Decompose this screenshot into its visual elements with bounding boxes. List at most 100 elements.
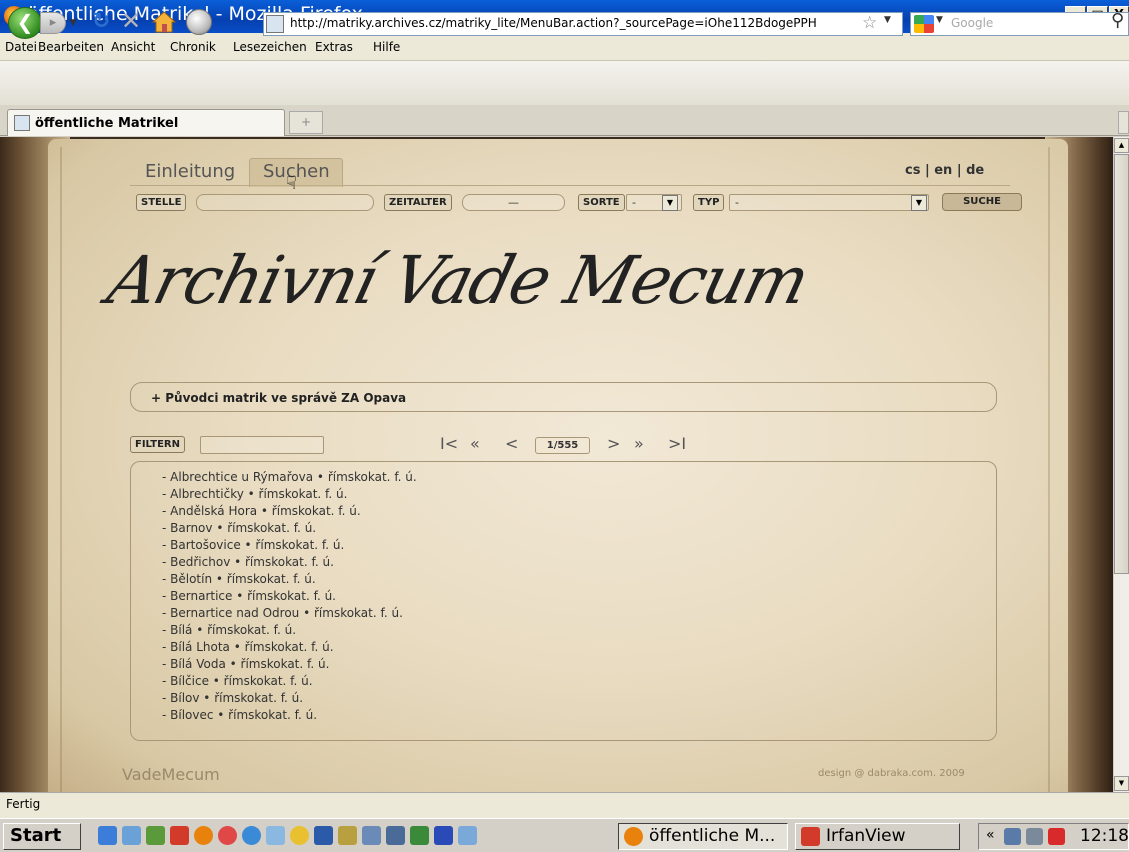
typ-label: TYP: [693, 194, 725, 211]
list-item[interactable]: - Bernartice • římskokat. f. ú.: [162, 589, 336, 603]
stelle-input[interactable]: [196, 194, 374, 211]
tray-app-icon[interactable]: [1026, 828, 1043, 845]
nav-einleitung[interactable]: Einleitung: [145, 161, 235, 182]
menu-bearbeiten[interactable]: Bearbeiten: [38, 40, 104, 54]
reload-icon[interactable]: ↻: [92, 11, 110, 33]
list-item[interactable]: - Bílá Lhota • římskokat. f. ú.: [162, 640, 334, 654]
footer-brand: VadeMecum: [122, 765, 220, 784]
list-item[interactable]: - Bílčice • římskokat. f. ú.: [162, 674, 313, 688]
menu-extras[interactable]: Extras: [315, 40, 353, 54]
filtern-label: FILTERN: [130, 436, 185, 453]
menu-lesezeichen[interactable]: Lesezeichen: [233, 40, 307, 54]
stop-icon[interactable]: ✕: [121, 9, 141, 33]
list-item[interactable]: - Bílá • římskokat. f. ú.: [162, 623, 296, 637]
task-irfanview-icon: [801, 827, 820, 846]
start-label[interactable]: Start: [10, 825, 61, 846]
task-firefox-icon: [624, 827, 643, 846]
language-links[interactable]: cs | en | de: [905, 163, 984, 178]
stelle-label: STELLE: [136, 194, 187, 211]
suche-button[interactable]: SUCHE: [942, 193, 1022, 211]
bookmark-star-icon[interactable]: ☆: [862, 12, 877, 34]
list-item[interactable]: - Bělotín • římskokat. f. ú.: [162, 572, 316, 586]
navigation-toolbar: [0, 61, 1129, 105]
back-button[interactable]: ❮: [8, 7, 42, 39]
new-tab-button[interactable]: +: [289, 111, 323, 134]
quicklaunch-media-icon[interactable]: [242, 826, 261, 845]
pager-first-button[interactable]: I<: [440, 435, 458, 453]
toolbar-circle-icon[interactable]: [186, 9, 212, 35]
start-button[interactable]: Start: [3, 823, 81, 850]
tray-expand-button[interactable]: «: [986, 827, 995, 843]
typ-select[interactable]: -: [729, 194, 929, 211]
menu-ansicht[interactable]: Ansicht: [111, 40, 155, 54]
quicklaunch-firefox-icon[interactable]: [194, 826, 213, 845]
list-item[interactable]: - Barnov • římskokat. f. ú.: [162, 521, 316, 535]
menu-datei[interactable]: Datei: [5, 40, 37, 54]
zeitalter-input[interactable]: —: [462, 194, 565, 211]
sorte-dropdown-icon[interactable]: ▼: [662, 195, 678, 211]
quicklaunch-app6-icon[interactable]: [386, 826, 405, 845]
quicklaunch-opera-icon[interactable]: [218, 826, 237, 845]
list-item[interactable]: - Bartošovice • římskokat. f. ú.: [162, 538, 344, 552]
search-placeholder[interactable]: Google: [951, 16, 993, 30]
tab-scroll-button[interactable]: [1118, 111, 1129, 134]
list-item[interactable]: - Albrechtice u Rýmařova • římskokat. f.…: [162, 470, 417, 484]
task-firefox-label[interactable]: öffentliche M...: [649, 826, 775, 846]
scroll-thumb[interactable]: [1114, 154, 1129, 574]
quicklaunch-app4-icon[interactable]: [338, 826, 357, 845]
quicklaunch-ie-icon[interactable]: [98, 826, 117, 845]
list-item[interactable]: - Bedřichov • římskokat. f. ú.: [162, 555, 334, 569]
menu-hilfe[interactable]: Hilfe: [373, 40, 400, 54]
quicklaunch-save-icon[interactable]: [434, 826, 453, 845]
task-firefox[interactable]: öffentliche M...: [618, 823, 788, 850]
list-item[interactable]: - Bílovec • římskokat. f. ú.: [162, 708, 317, 722]
fonds-panel-title[interactable]: + Původci matrik ve správě ZA Opava: [151, 391, 406, 405]
quicklaunch-app-icon[interactable]: [146, 826, 165, 845]
list-item[interactable]: - Bílov • římskokat. f. ú.: [162, 691, 303, 705]
search-icon[interactable]: ⚲: [1111, 10, 1124, 31]
quicklaunch-excel-icon[interactable]: [410, 826, 429, 845]
task-irfanview-label[interactable]: IrfanView: [826, 826, 906, 846]
history-dropdown-icon[interactable]: ▼: [66, 13, 80, 33]
search-engine-dropdown-icon[interactable]: ▼: [936, 15, 943, 25]
quicklaunch-app5-icon[interactable]: [362, 826, 381, 845]
quicklaunch-app3-icon[interactable]: [290, 826, 309, 845]
page-viewport: Einleitung Suchen ☟ cs | en | de STELLE …: [0, 137, 1113, 792]
scroll-up-icon[interactable]: ▲: [1114, 138, 1129, 153]
list-item[interactable]: - Albrechtičky • římskokat. f. ú.: [162, 487, 347, 501]
menu-bar: Datei Bearbeiten Ansicht Chronik Lesezei…: [0, 33, 1129, 61]
list-item[interactable]: - Andělská Hora • římskokat. f. ú.: [162, 504, 361, 518]
hand-cursor-icon: ☟: [286, 173, 297, 194]
scroll-down-icon[interactable]: ▼: [1114, 776, 1129, 791]
footer-credit[interactable]: design @ dabraka.com. 2009: [818, 768, 965, 779]
quicklaunch-app2-icon[interactable]: [266, 826, 285, 845]
tab-label[interactable]: öffentliche Matrikel: [35, 116, 178, 131]
forward-button[interactable]: ▸: [40, 12, 66, 34]
status-bar: [0, 792, 1129, 818]
pager-prev-button[interactable]: <: [505, 435, 518, 453]
quicklaunch-irfanview-icon[interactable]: [170, 826, 189, 845]
pager-next-page-button[interactable]: »: [634, 435, 644, 453]
pager-prev-page-button[interactable]: «: [470, 435, 480, 453]
list-item[interactable]: - Bílá Voda • římskokat. f. ú.: [162, 657, 329, 671]
menu-chronik[interactable]: Chronik: [170, 40, 216, 54]
url-dropdown-icon[interactable]: ▼: [884, 15, 891, 25]
quicklaunch-app7-icon[interactable]: [458, 826, 477, 845]
tray-alert-icon[interactable]: [1048, 828, 1065, 845]
filtern-input[interactable]: [200, 436, 324, 454]
home-icon[interactable]: [151, 10, 177, 34]
status-text: Fertig: [6, 797, 41, 811]
quicklaunch-explorer-icon[interactable]: [122, 826, 141, 845]
google-engine-icon[interactable]: [914, 15, 934, 33]
url-text[interactable]: http://matriky.archives.cz/matriky_lite/…: [290, 16, 817, 30]
clock: 12:18: [1080, 826, 1129, 846]
typ-dropdown-icon[interactable]: ▼: [911, 195, 927, 211]
pager-page-indicator[interactable]: 1/555: [535, 437, 590, 454]
tray-network-icon[interactable]: [1004, 828, 1021, 845]
list-item[interactable]: - Bernartice nad Odrou • římskokat. f. ú…: [162, 606, 403, 620]
pager-last-button[interactable]: >I: [668, 435, 686, 453]
sorte-label: SORTE: [578, 194, 625, 211]
tab-favicon-icon: [14, 115, 30, 131]
pager-next-button[interactable]: >: [607, 435, 620, 453]
quicklaunch-word-icon[interactable]: [314, 826, 333, 845]
